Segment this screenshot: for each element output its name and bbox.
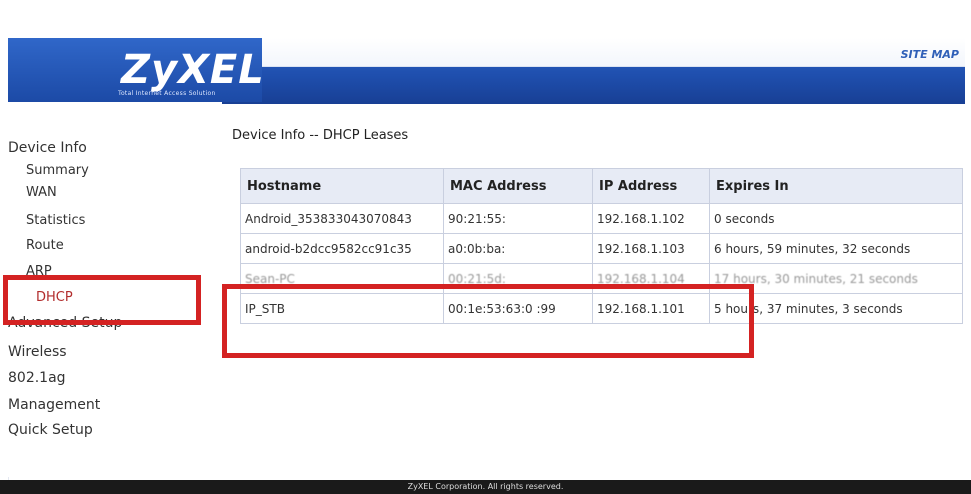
column-header-ip: IP Address <box>592 168 710 204</box>
table-header-row: Hostname MAC Address IP Address Expires … <box>240 168 963 204</box>
dhcp-leases-table: Hostname MAC Address IP Address Expires … <box>240 168 963 324</box>
cell-hostname: IP_STB <box>240 293 444 324</box>
column-header-expires: Expires In <box>709 168 963 204</box>
cell-hostname: android-b2dcc9582cc91c35 <box>240 233 444 264</box>
sidebar-item-arp[interactable]: ARP <box>26 264 52 279</box>
table-row: android-b2dcc9582cc91c35 a0:0b:ba: 192.1… <box>240 233 963 264</box>
cell-expires: 5 hours, 37 minutes, 3 seconds <box>709 293 963 324</box>
logo-tagline: Total Internet Access Solution <box>118 90 216 97</box>
cell-ip: 192.168.1.102 <box>592 203 710 234</box>
sidebar-item-summary[interactable]: Summary <box>26 163 89 178</box>
column-header-mac: MAC Address <box>443 168 593 204</box>
sidebar-item-device-info[interactable]: Device Info <box>8 140 87 156</box>
cell-mac: a0:0b:ba: <box>443 233 593 264</box>
sidebar: Device Info Summary WAN Statistics Route… <box>8 102 222 477</box>
cell-mac: 00:1e:53:63:0 :99 <box>443 293 593 324</box>
sidebar-item-802-1ag[interactable]: 802.1ag <box>8 370 66 386</box>
table-row: Android_353833043070843 90:21:55: 192.16… <box>240 203 963 234</box>
cell-mac: 90:21:55: <box>443 203 593 234</box>
column-header-hostname: Hostname <box>240 168 444 204</box>
cell-expires: 17 hours, 30 minutes, 21 seconds <box>709 263 963 294</box>
sidebar-item-dhcp[interactable]: DHCP <box>36 290 73 305</box>
table-row: IP_STB 00:1e:53:63:0 :99 192.168.1.101 5… <box>240 293 963 324</box>
site-map-link[interactable]: SITE MAP <box>901 48 959 61</box>
cell-hostname: Android_353833043070843 <box>240 203 444 234</box>
cell-ip: 192.168.1.103 <box>592 233 710 264</box>
sidebar-item-advanced-setup[interactable]: Advanced Setup <box>8 315 122 331</box>
cell-ip: 192.168.1.101 <box>592 293 710 324</box>
header: ZyXEL Total Internet Access Solution SIT… <box>0 0 971 110</box>
sidebar-item-route[interactable]: Route <box>26 238 64 253</box>
page-title: Device Info -- DHCP Leases <box>232 128 409 143</box>
sidebar-item-management[interactable]: Management <box>8 397 100 413</box>
cell-mac: 00:21:5d: <box>443 263 593 294</box>
cell-expires: 6 hours, 59 minutes, 32 seconds <box>709 233 963 264</box>
zyxel-logo: ZyXEL <box>121 47 265 93</box>
footer: ZyXEL Corporation. All rights reserved. <box>0 480 971 494</box>
sidebar-item-wireless[interactable]: Wireless <box>8 344 67 360</box>
cell-expires: 0 seconds <box>709 203 963 234</box>
sidebar-item-statistics[interactable]: Statistics <box>26 213 85 228</box>
table-row: Sean-PC 00:21:5d: 192.168.1.104 17 hours… <box>240 263 963 294</box>
cell-ip: 192.168.1.104 <box>592 263 710 294</box>
sidebar-item-quick-setup[interactable]: Quick Setup <box>8 422 93 438</box>
sidebar-item-wan[interactable]: WAN <box>26 185 57 200</box>
cell-hostname: Sean-PC <box>240 263 444 294</box>
top-strip <box>262 38 965 67</box>
